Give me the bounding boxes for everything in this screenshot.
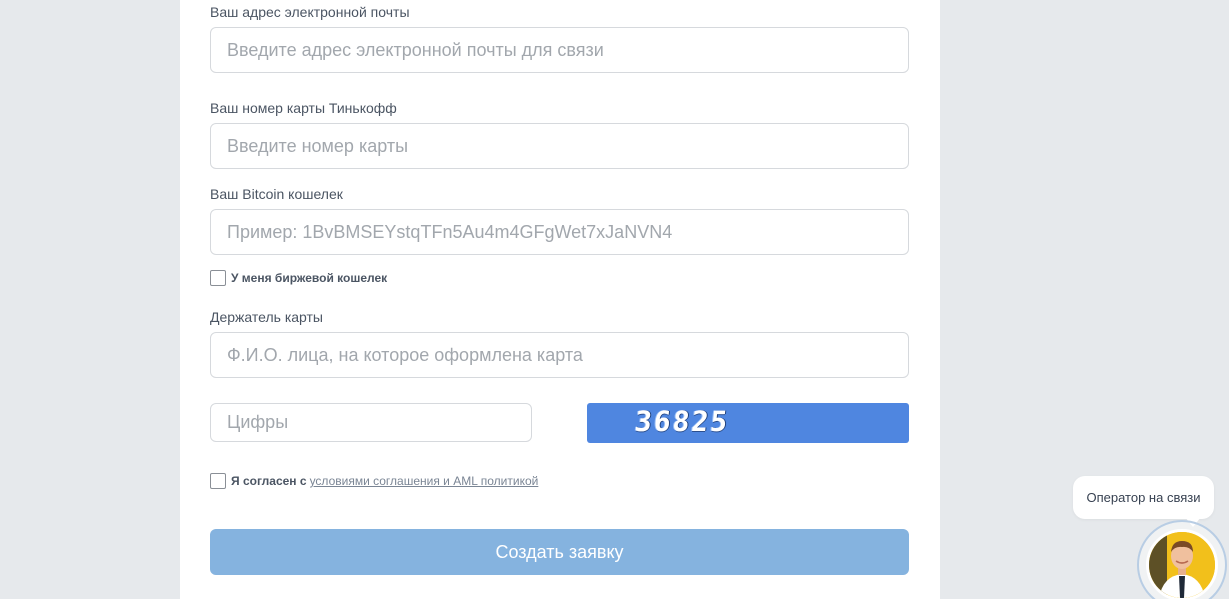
bitcoin-wallet-label: Ваш Bitcoin кошелек — [210, 186, 343, 202]
card-holder-label: Держатель карты — [210, 309, 323, 325]
operator-online-text: Оператор на связи — [1086, 490, 1201, 505]
create-request-button[interactable]: Создать заявку — [210, 529, 909, 575]
operator-avatar[interactable] — [1146, 529, 1218, 599]
exchange-wallet-label: У меня биржевой кошелек — [231, 271, 388, 285]
operator-online-bubble[interactable]: Оператор на связи — [1073, 476, 1214, 527]
captcha-image[interactable]: 36825 — [587, 403, 909, 443]
email-field[interactable] — [210, 27, 909, 73]
exchange-wallet-checkbox[interactable] — [210, 270, 226, 286]
operator-avatar-icon — [1149, 532, 1215, 598]
card-holder-field[interactable] — [210, 332, 909, 378]
card-number-field[interactable] — [210, 123, 909, 169]
agreement-checkbox[interactable] — [210, 473, 226, 489]
exchange-wallet-option[interactable]: У меня биржевой кошелек — [210, 270, 387, 286]
agreement-text: Я согласен с — [231, 474, 307, 488]
captcha-input[interactable] — [210, 403, 532, 442]
card-number-label: Ваш номер карты Тинькофф — [210, 100, 397, 116]
bitcoin-wallet-field[interactable] — [210, 209, 909, 255]
form-card — [180, 0, 940, 599]
agreement-option[interactable]: Я согласен с условиями соглашения и AML … — [210, 473, 538, 489]
email-label: Ваш адрес электронной почты — [210, 4, 410, 20]
captcha-code: 36825 — [633, 405, 732, 438]
agreement-link[interactable]: условиями соглашения и AML политикой — [310, 474, 539, 488]
